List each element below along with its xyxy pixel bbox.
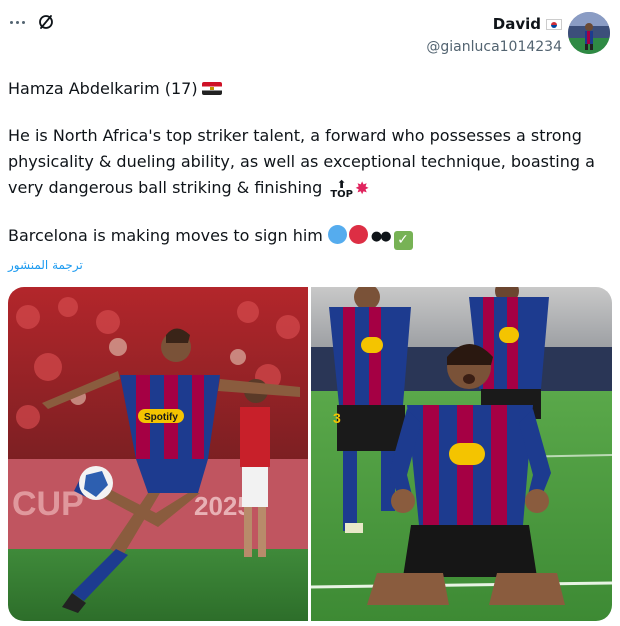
hide-circle-slash-icon[interactable] (36, 12, 56, 32)
check-mark-icon: ✓ (393, 231, 413, 250)
photo-kicking-player[interactable]: CUP 2025 Spotify (8, 287, 308, 621)
top-arrow-icon: ⬆ TOP (330, 178, 353, 200)
south-korea-flag-icon (546, 19, 562, 30)
post-paragraph: Barcelona is making moves to sign him ●● ✓ (8, 223, 608, 250)
media-grid: CUP 2025 Spotify 3 (8, 287, 612, 621)
top-emoji-label: TOP (330, 189, 353, 200)
red-circle-icon (348, 225, 368, 244)
post-paragraph: He is North Africa's top striker talent,… (8, 123, 608, 202)
author-handle[interactable]: @gianluca1014234 (426, 39, 562, 55)
player-description-text: He is North Africa's top striker talent,… (8, 126, 595, 197)
player-number-text: 3 (333, 410, 341, 426)
banner-cup-text: CUP (12, 485, 84, 523)
transfer-news-text: Barcelona is making moves to sign him (8, 226, 323, 245)
blue-circle-icon (327, 225, 347, 244)
egypt-flag-icon (201, 82, 222, 95)
post-paragraph: Hamza Abdelkarim (17) (8, 76, 608, 102)
post-header: David @gianluca1014234 (0, 0, 620, 66)
author-info[interactable]: David @gianluca1014234 (426, 14, 562, 55)
player-intro-text: Hamza Abdelkarim (17) (8, 79, 198, 98)
post-text: Hamza Abdelkarim (17) He is North Africa… (8, 76, 608, 250)
avatar[interactable] (568, 12, 610, 54)
sponsor-text: Spotify (144, 412, 178, 423)
collision-icon: ✸ (354, 179, 370, 199)
translate-post-link[interactable]: ترجمة المنشور (8, 258, 83, 272)
more-horizontal-icon[interactable] (8, 12, 28, 32)
author-name[interactable]: David (493, 15, 541, 33)
eyes-icon: ●● (370, 229, 392, 244)
photo-celebrating-player[interactable]: 3 (311, 287, 612, 621)
